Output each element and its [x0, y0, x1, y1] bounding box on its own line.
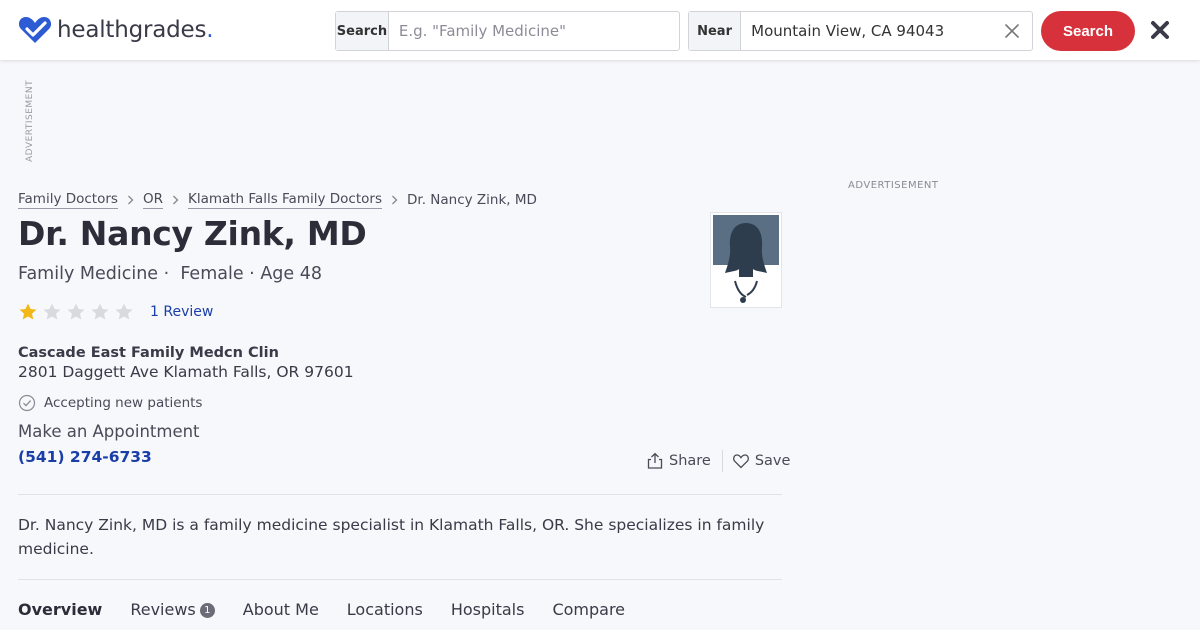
breadcrumb-current: Dr. Nancy Zink, MD [406, 192, 537, 208]
review-count-link[interactable]: 1 Review [150, 304, 213, 320]
tab-compare[interactable]: Compare [552, 600, 625, 619]
location-input[interactable] [741, 12, 1032, 50]
heart-check-icon [18, 17, 52, 43]
search-label: Search [336, 12, 389, 50]
breadcrumb-city-doctors[interactable]: Klamath Falls Family Doctors [187, 191, 382, 209]
tab-overview[interactable]: Overview [18, 600, 102, 619]
practice-name[interactable]: Cascade East Family Medcn Clin [18, 345, 279, 361]
check-circle-icon [18, 394, 36, 412]
phone-link[interactable]: (541) 274-6733 [18, 448, 152, 466]
doctor-photo-placeholder[interactable] [711, 213, 781, 307]
share-icon [647, 452, 663, 469]
breadcrumb-state[interactable]: OR [142, 191, 163, 209]
doctor-age: Age 48 [260, 264, 322, 284]
doctor-gender: Female [180, 264, 244, 284]
healthgrades-logo[interactable]: healthgrades. [18, 14, 214, 46]
chevron-right-icon [127, 195, 134, 205]
specialty-search-group: Search [335, 11, 680, 51]
breadcrumb: Family Doctors OR Klamath Falls Family D… [18, 191, 537, 209]
tab-about-me[interactable]: About Me [243, 600, 319, 619]
star-empty-icon [115, 303, 133, 320]
search-input[interactable] [388, 12, 679, 50]
doctor-specialty: Family Medicine [18, 264, 159, 284]
location-search-group: Near [688, 11, 1033, 51]
ad-label-left: ADVERTISEMENT [25, 79, 35, 162]
heart-outline-icon [732, 454, 749, 469]
doctor-subtitle: Family Medicine · Female · Age 48 [18, 264, 322, 284]
star-rating: 1 Review [18, 302, 213, 322]
doctor-name: Dr. Nancy Zink, MD [18, 214, 367, 253]
action-divider [721, 450, 723, 472]
clear-icon[interactable] [1004, 23, 1020, 39]
accepting-patients: Accepting new patients [18, 394, 202, 412]
star-empty-icon [67, 303, 85, 320]
star-empty-icon [43, 303, 61, 320]
doctor-description: Dr. Nancy Zink, MD is a family medicine … [18, 516, 765, 558]
appointment-label: Make an Appointment [18, 422, 200, 441]
tab-locations[interactable]: Locations [347, 600, 423, 619]
star-empty-icon [91, 303, 109, 320]
tab-reviews[interactable]: Reviews 1 [130, 600, 215, 619]
chevron-right-icon [392, 195, 398, 205]
tab-hospitals[interactable]: Hospitals [451, 600, 525, 619]
reviews-count-badge: 1 [199, 603, 215, 618]
near-label: Near [689, 12, 742, 50]
top-header: healthgrades. Search Near Search [0, 0, 1200, 60]
breadcrumb-family-doctors[interactable]: Family Doctors [18, 191, 118, 209]
divider [18, 579, 782, 580]
logo-text: healthgrades. [57, 17, 214, 43]
female-doctor-silhouette-icon [713, 215, 779, 305]
chevron-right-icon [173, 195, 179, 205]
search-button[interactable]: Search [1041, 11, 1135, 51]
star-filled-icon [19, 303, 37, 320]
share-button[interactable]: Share [646, 452, 711, 470]
save-button[interactable]: Save [732, 452, 790, 470]
profile-tabs: Overview Reviews 1 About Me Locations Hos… [18, 600, 653, 619]
practice-address: 2801 Daggett Ave Klamath Falls, OR 97601 [18, 363, 354, 381]
close-icon[interactable] [1149, 19, 1171, 41]
profile-actions: Share Save [646, 450, 790, 472]
divider [18, 494, 782, 495]
ad-label-right: ADVERTISEMENT [848, 180, 939, 191]
